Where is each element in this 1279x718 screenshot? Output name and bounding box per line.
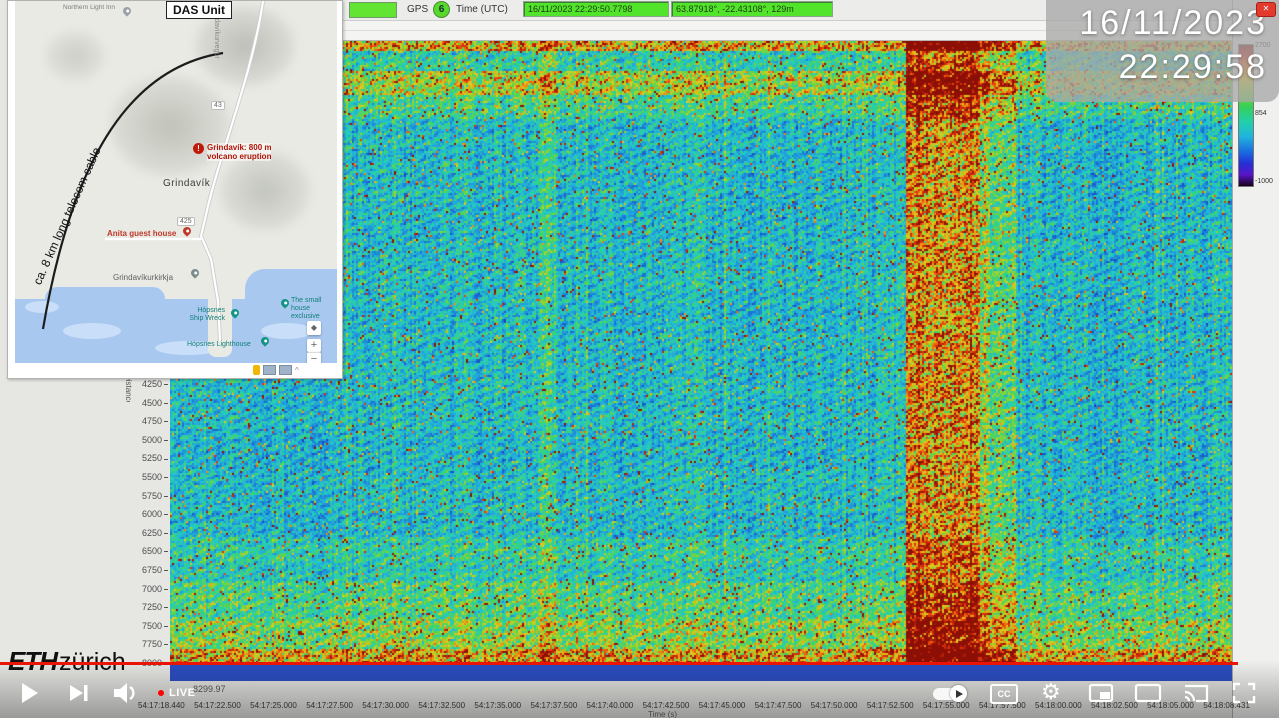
close-icon: ✕ (1256, 2, 1276, 17)
tick-label: 54:17:45.000 (699, 701, 746, 710)
play-button[interactable] (22, 683, 38, 703)
overlay-time: 22:29:58 (1119, 48, 1267, 87)
autoplay-toggle[interactable] (933, 688, 965, 700)
tick-label: 54:17:22.500 (194, 701, 241, 710)
warning-line2: volcano eruption (207, 152, 271, 161)
tick-label: 54:17:52.500 (867, 701, 914, 710)
theater-icon (1136, 685, 1160, 701)
lighthouse-label: Hópsnes Lighthouse (187, 341, 251, 349)
map-poi-right-label: The small house exclusive (291, 297, 337, 321)
y-axis-ticks: 4250 4500 4750 5000 5250 5500 5750 6000 6250 6500… (120, 380, 168, 668)
tick-label: 4750 (142, 417, 168, 426)
map-zoom-out-button: − (307, 352, 321, 363)
autoplay-knob-icon (950, 685, 967, 702)
tick-label: 54:17:27.500 (306, 701, 353, 710)
time-utc-label: Time (UTC) (456, 4, 508, 15)
settings-button[interactable]: ⚙ (1041, 679, 1061, 705)
map-navigation-button: ◆ (307, 321, 321, 335)
town-label: Grindavík (163, 178, 210, 189)
play-icon (22, 683, 38, 703)
tick-label: 5750 (142, 492, 168, 501)
next-icon (70, 685, 83, 701)
tick-label: 54:17:55.000 (923, 701, 970, 710)
tick-label: 5500 (142, 473, 168, 482)
tick-label: 7250 (142, 603, 168, 612)
alert-icon: ! (193, 143, 204, 154)
tick-label: 7000 (142, 585, 168, 594)
captions-button[interactable]: CC (990, 684, 1018, 704)
live-indicator[interactable]: LIVE (158, 687, 195, 699)
gear-icon: ⚙ (1041, 679, 1061, 704)
tick-label: 6250 (142, 529, 168, 538)
x-axis-ticks: 54:17:18.440 54:17:22.500 54:17:25.000 54:1… (138, 701, 1250, 710)
overlay-date: 16/11/2023 (1079, 4, 1267, 43)
tick-label: 54:17:25.000 (250, 701, 297, 710)
tick-label: 4250 (142, 380, 168, 389)
cast-button[interactable] (1182, 682, 1210, 704)
tick-label: 6750 (142, 566, 168, 575)
guesthouse-label: Anita guest house (107, 229, 176, 238)
position-field: 63.87918°, -22.43108°, 129m (671, 1, 833, 17)
road-grindavikurvegur (201, 1, 263, 341)
fullscreen-button[interactable] (1232, 682, 1256, 704)
tick-label: 7750 (142, 640, 168, 649)
road-shield-425: 425 (177, 217, 195, 226)
tick-label: 54:17:40.000 (587, 701, 634, 710)
clock-overlay: 16/11/2023 22:29:58 (1046, 0, 1279, 102)
colorbar-mid-label: 854 (1255, 110, 1267, 117)
map-poi-top-label: Northern Light Inn (63, 4, 125, 11)
pegman-icon (253, 365, 260, 375)
volcano-warning-label: ! Grindavík: 800 m volcano eruption (193, 143, 271, 161)
tick-label: 54:17:18.440 (138, 701, 185, 710)
x-axis-title: Time (s) (648, 710, 677, 718)
tick-label: 54:17:32.500 (418, 701, 465, 710)
miniplayer-button[interactable] (1088, 683, 1114, 703)
map-inset: DAS Unit ca. 8 km long telecom cable Gri… (7, 0, 343, 379)
map-footer-icons: ^ (253, 365, 299, 375)
next-button[interactable] (68, 683, 92, 703)
warning-line1: Grindavík: 800 m (207, 143, 271, 152)
tick-label: 4500 (142, 399, 168, 408)
das-unit-label: DAS Unit (166, 1, 232, 19)
theater-mode-button[interactable] (1134, 683, 1162, 703)
tick-label: 7500 (142, 622, 168, 631)
church-label: Grindavíkurkirkja (113, 273, 173, 282)
tick-label: 5000 (142, 436, 168, 445)
tick-label: 54:17:30.000 (362, 701, 409, 710)
tick-label: 54:17:47.500 (755, 701, 802, 710)
tick-label: 54:17:50.000 (811, 701, 858, 710)
tick-label: 5250 (142, 454, 168, 463)
tick-label: 6500 (142, 547, 168, 556)
imagery-thumbnail-icon (279, 365, 292, 375)
video-frame: Distance 4250450047505000525055005750600… (0, 0, 1279, 718)
tick-label: 54:17:37.500 (530, 701, 577, 710)
map-canvas: DAS Unit ca. 8 km long telecom cable Gri… (15, 1, 337, 363)
tick-label: 54:17:35.000 (474, 701, 521, 710)
gps-label: GPS (407, 4, 428, 15)
shipwreck-label: Hópsnes Ship Wreck (173, 307, 225, 323)
road-shield-43: 43 (211, 101, 225, 110)
live-label: LIVE (169, 687, 195, 699)
live-dot-icon (158, 690, 164, 696)
tick-label: 6000 (142, 510, 168, 519)
gps-satellite-count-badge: 6 (433, 1, 450, 18)
map-zoom-in-button: + (307, 339, 321, 352)
imagery-thumbnail-icon (263, 365, 276, 375)
status-indicator-block (349, 2, 397, 18)
tick-label: 54:17:42.500 (643, 701, 690, 710)
collapse-caret-icon: ^ (295, 366, 299, 375)
datetime-field: 16/11/2023 22:29:50.7798 (523, 1, 669, 17)
volume-button[interactable] (112, 682, 140, 704)
fullscreen-icon (1234, 684, 1254, 702)
volume-icon (114, 683, 127, 703)
colorbar-min-label: -1000 (1255, 178, 1273, 185)
